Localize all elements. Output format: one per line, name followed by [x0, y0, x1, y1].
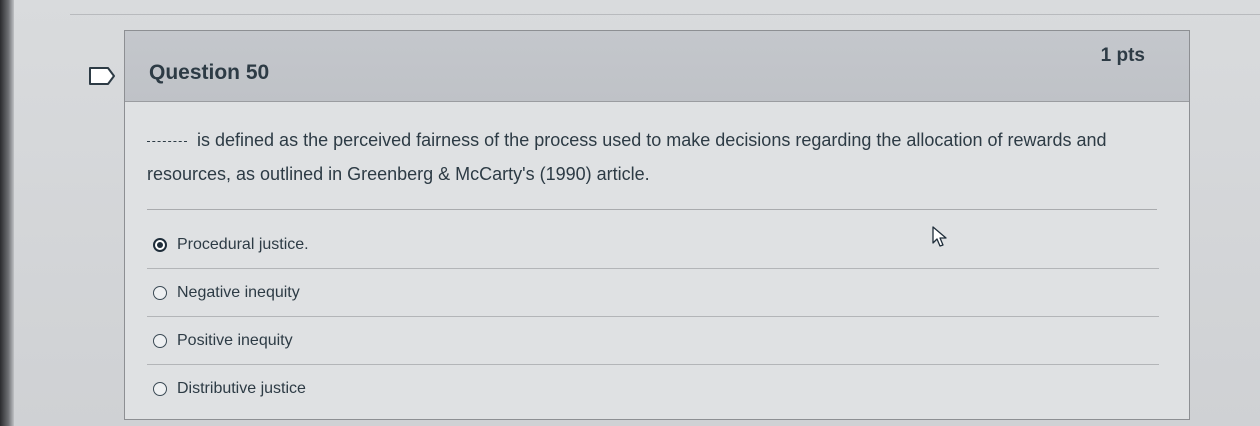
question-title: Question 50	[149, 61, 270, 84]
question-header: Question 50 1 pts	[125, 31, 1189, 102]
answer-list: Procedural justice. Negative inequity Po…	[147, 221, 1159, 412]
question-points: 1 pts	[1100, 45, 1145, 66]
answer-label: Procedural justice.	[177, 235, 309, 253]
question-divider	[147, 209, 1157, 210]
answer-option[interactable]: Procedural justice.	[147, 221, 1159, 269]
screen-bezel	[0, 0, 14, 426]
top-divider	[70, 14, 1260, 15]
question-card: Question 50 1 pts is defined as the perc…	[124, 30, 1190, 420]
radio-button[interactable]	[153, 333, 167, 348]
answer-option[interactable]: Positive inequity	[147, 317, 1159, 365]
question-text: is defined as the perceived fairness of …	[147, 130, 1107, 184]
radio-button[interactable]	[153, 381, 167, 396]
radio-button-selected[interactable]	[153, 237, 167, 252]
answer-label: Distributive justice	[177, 379, 306, 397]
question-text-block: is defined as the perceived fairness of …	[147, 123, 1157, 191]
mouse-pointer-icon	[932, 226, 947, 247]
quiz-page: Question 50 1 pts is defined as the perc…	[0, 0, 1260, 426]
question-blank	[147, 141, 187, 142]
answer-label: Negative inequity	[177, 283, 300, 301]
answer-option[interactable]: Distributive justice	[147, 365, 1159, 412]
answer-label: Positive inequity	[177, 331, 293, 349]
radio-button[interactable]	[153, 285, 167, 300]
answer-option[interactable]: Negative inequity	[147, 269, 1159, 317]
flag-question-icon[interactable]	[88, 66, 116, 86]
